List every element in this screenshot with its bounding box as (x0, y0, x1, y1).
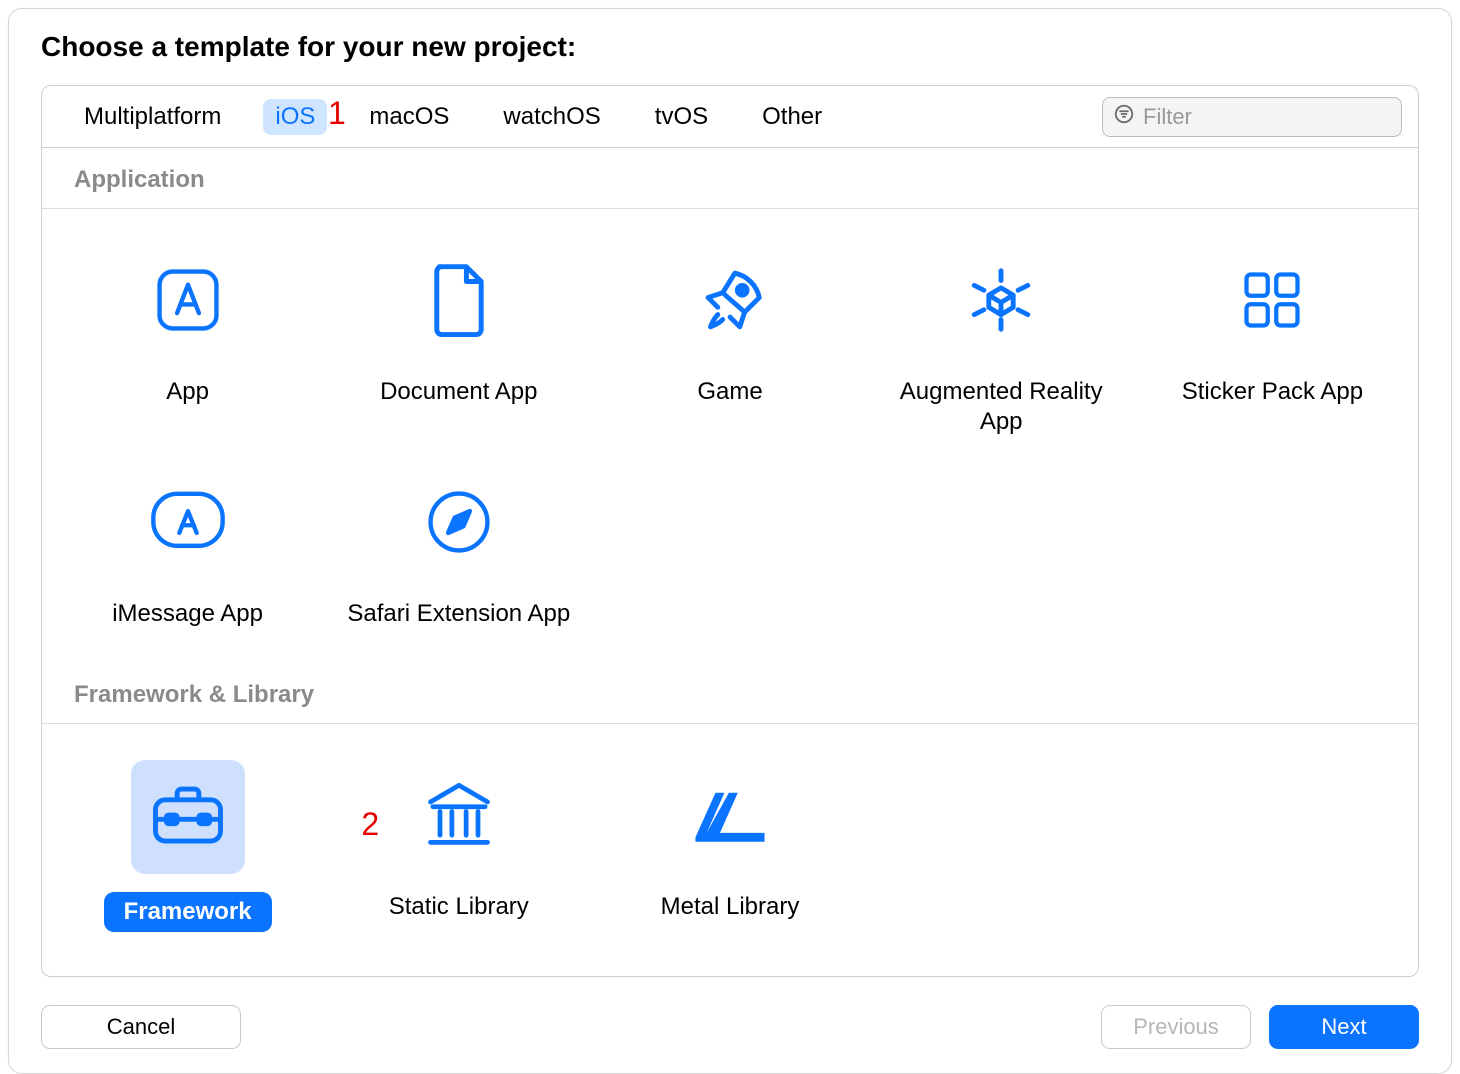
template-imessage-app[interactable]: iMessage App (52, 467, 323, 629)
metal-icon (691, 783, 769, 852)
ar-cube-icon (962, 261, 1040, 344)
previous-button[interactable]: Previous (1101, 1005, 1251, 1049)
tab-tvos[interactable]: tvOS (643, 99, 720, 135)
template-ar-app[interactable]: Augmented Reality App (866, 245, 1137, 437)
template-label: Framework (104, 892, 272, 932)
template-label: Game (697, 377, 762, 407)
app-icon (153, 265, 223, 340)
template-document-app[interactable]: Document App (323, 245, 594, 437)
template-panel: Multiplatform iOS 1 macOS watchOS tvOS O… (41, 85, 1419, 977)
template-game[interactable]: Game (594, 245, 865, 437)
template-label: iMessage App (112, 599, 263, 629)
imessage-icon (149, 488, 227, 561)
template-label: Sticker Pack App (1182, 377, 1363, 407)
next-button[interactable]: Next (1269, 1005, 1419, 1049)
dialog-footer: Cancel Previous Next (9, 997, 1451, 1049)
section-header-application: Application (42, 148, 1418, 209)
dialog-title: Choose a template for your new project: (9, 9, 1451, 77)
tab-macos[interactable]: macOS (357, 99, 461, 135)
template-label: Safari Extension App (347, 599, 570, 629)
toolbox-icon (149, 782, 227, 853)
section-header-framework: Framework & Library (42, 663, 1418, 724)
template-label: Augmented Reality App (886, 377, 1116, 437)
template-label: Document App (380, 377, 537, 407)
rocket-icon (691, 261, 769, 344)
tab-ios[interactable]: iOS (263, 99, 327, 135)
template-label: Static Library (389, 892, 529, 922)
cancel-button[interactable]: Cancel (41, 1005, 241, 1049)
template-label: App (166, 377, 209, 407)
tab-multiplatform[interactable]: Multiplatform (72, 99, 233, 135)
filter-icon (1113, 103, 1135, 130)
grid-icon (1238, 266, 1306, 339)
platform-tabbar: Multiplatform iOS 1 macOS watchOS tvOS O… (42, 86, 1418, 148)
template-chooser-window: Choose a template for your new project: … (8, 8, 1452, 1074)
filter-field[interactable] (1102, 97, 1402, 137)
application-grid: App Document App (42, 209, 1418, 663)
tab-watchos[interactable]: watchOS (491, 99, 612, 135)
framework-grid: Framework 2 (42, 724, 1418, 976)
template-framework[interactable]: Framework 2 (52, 760, 323, 932)
template-app[interactable]: App (52, 245, 323, 437)
template-static-library[interactable]: Static Library (323, 760, 594, 932)
template-safari-extension-app[interactable]: Safari Extension App (323, 467, 594, 629)
annotation-1: 1 (328, 95, 346, 132)
template-metal-library[interactable]: Metal Library (594, 760, 865, 932)
filter-input[interactable] (1143, 104, 1391, 130)
library-building-icon (421, 780, 497, 855)
tab-other[interactable]: Other (750, 99, 834, 135)
template-sticker-pack-app[interactable]: Sticker Pack App (1137, 245, 1408, 437)
template-label: Metal Library (661, 892, 800, 922)
document-icon (429, 263, 489, 342)
compass-icon (424, 487, 494, 562)
platform-tabs: Multiplatform iOS 1 macOS watchOS tvOS O… (58, 99, 834, 135)
